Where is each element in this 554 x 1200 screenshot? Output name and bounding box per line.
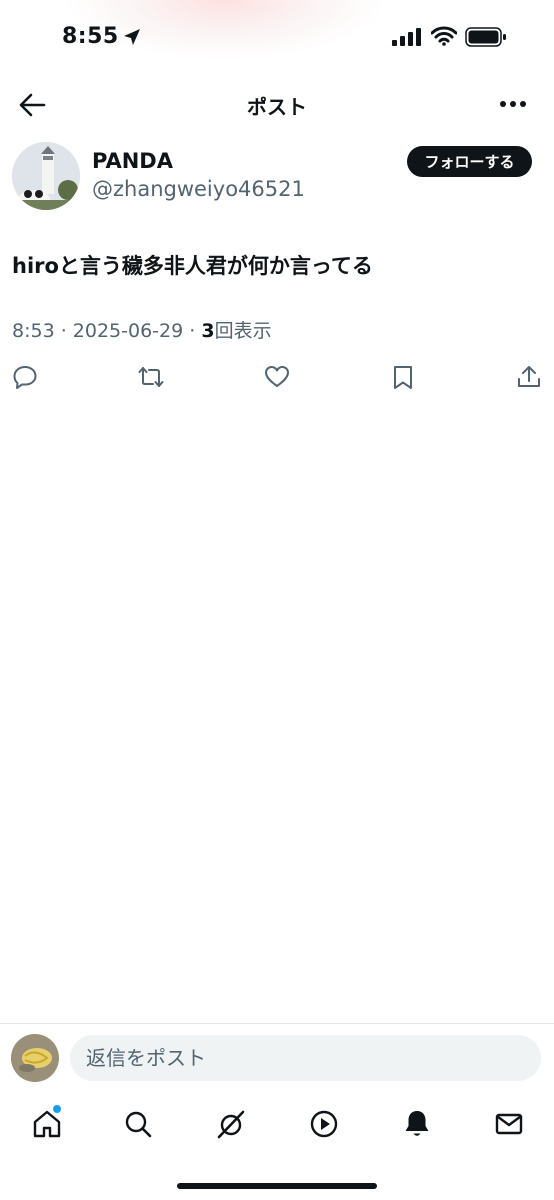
share-icon[interactable] <box>516 364 542 390</box>
meta-separator: · <box>183 320 202 342</box>
reply-icon[interactable] <box>12 364 38 390</box>
more-options-icon[interactable] <box>498 98 528 110</box>
home-notification-dot <box>53 1105 61 1113</box>
status-bar: 8:55 <box>0 0 554 80</box>
reply-input[interactable] <box>70 1035 541 1081</box>
post-header: ポスト <box>0 80 554 130</box>
home-indicator <box>177 1183 377 1189</box>
author-name[interactable]: PANDA <box>92 149 173 173</box>
messages-icon[interactable] <box>493 1108 525 1140</box>
like-icon[interactable] <box>264 364 290 390</box>
views-label: 回表示 <box>214 320 272 342</box>
wifi-icon <box>431 26 457 46</box>
post-detail-screen: 8:55 ポスト PANDA @zhangweiyo46521 フォローする h… <box>0 0 554 1200</box>
author-avatar[interactable] <box>12 142 80 210</box>
follow-button[interactable]: フォローする <box>407 146 532 177</box>
repost-icon[interactable] <box>138 364 164 390</box>
bookmark-icon[interactable] <box>390 364 416 390</box>
location-arrow-icon <box>124 29 140 45</box>
battery-icon <box>465 27 506 47</box>
views-count: 3 <box>201 320 215 342</box>
user-avatar[interactable] <box>11 1034 59 1082</box>
search-icon[interactable] <box>122 1108 154 1140</box>
page-title: ポスト <box>247 95 307 119</box>
post-date[interactable]: 2025-06-29 <box>73 320 183 342</box>
reply-divider <box>0 1023 554 1024</box>
cellular-signal-icon <box>392 28 421 46</box>
author-handle[interactable]: @zhangweiyo46521 <box>92 177 305 201</box>
notifications-icon[interactable] <box>401 1108 433 1140</box>
video-icon[interactable] <box>308 1108 340 1140</box>
post-time[interactable]: 8:53 <box>12 320 55 342</box>
post-text: hiroと言う穢多非人君が何か言ってる <box>12 254 373 278</box>
post-meta: 8:53 · 2025-06-29 · 3回表示 <box>12 316 272 343</box>
meta-separator: · <box>54 320 73 342</box>
lighthouse-photo <box>12 142 80 210</box>
grok-icon[interactable] <box>215 1108 247 1140</box>
status-time: 8:55 <box>62 24 119 49</box>
food-photo <box>11 1034 59 1082</box>
